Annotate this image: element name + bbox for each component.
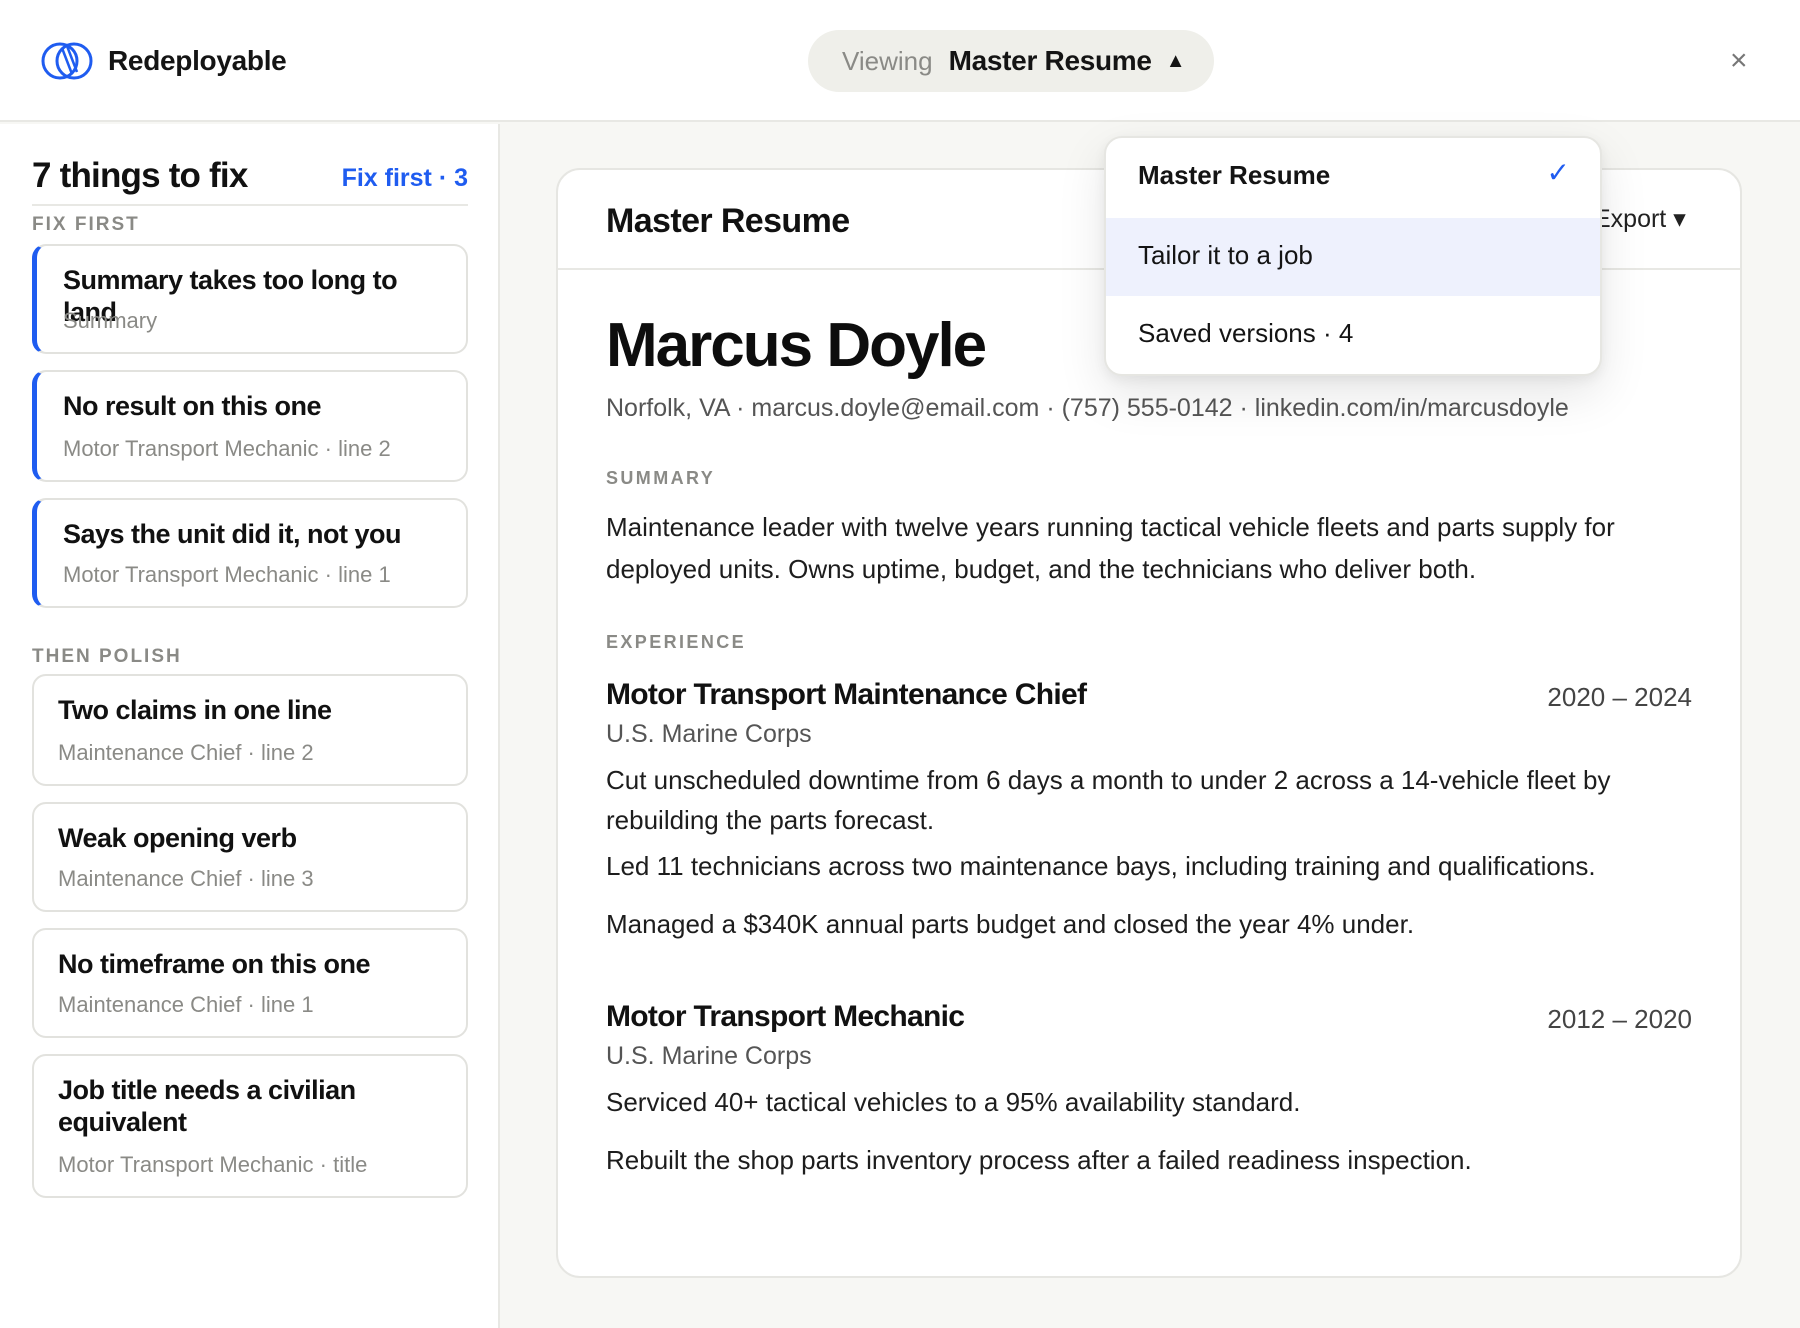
issue-card[interactable]: No timeframe on this one Maintenance Chi…: [32, 928, 468, 1038]
issue-title: Job title needs a civilian equivalent: [58, 1075, 356, 1137]
viewing-value: Master Resume: [948, 45, 1152, 76]
issue-title: Says the unit did it, not you: [63, 519, 402, 549]
experience-bullet[interactable]: Rebuilt the shop parts inventory process…: [606, 1140, 1686, 1180]
brand-name: Redeployable: [108, 45, 287, 76]
issue-title: No result on this one: [63, 391, 322, 421]
document-title: Master Resume: [606, 202, 850, 240]
fix-first-link[interactable]: Fix first · 3: [342, 164, 468, 193]
issues-sidebar: 7 things to fix Fix first · 3 FIX FIRST …: [0, 124, 500, 1328]
menu-item-master-resume[interactable]: Master Resume ✓: [1106, 138, 1600, 216]
export-button[interactable]: Export ▾: [1594, 204, 1686, 234]
issue-location: Maintenance Chief · line 1: [58, 992, 314, 1017]
job-title[interactable]: Motor Transport Maintenance Chief: [606, 678, 1087, 712]
issue-location: Maintenance Chief · line 2: [58, 740, 314, 765]
job-dates: 2012 – 2020: [1547, 1004, 1692, 1034]
contact-line[interactable]: Norfolk, VA · marcus.doyle@email.com · (…: [606, 394, 1569, 423]
issue-card[interactable]: Job title needs a civilian equivalent Mo…: [32, 1054, 468, 1198]
issue-title: No timeframe on this one: [58, 949, 371, 979]
redeployable-logo-icon: [41, 42, 93, 80]
experience-label: EXPERIENCE: [606, 632, 747, 652]
then-polish-label: THEN POLISH: [32, 646, 182, 667]
issue-card[interactable]: Summary takes too long to land Summary: [32, 244, 468, 354]
job-organization: U.S. Marine Corps: [606, 1042, 812, 1070]
job-dates: 2020 – 2024: [1547, 682, 1692, 712]
experience-bullet[interactable]: Cut unscheduled downtime from 6 days a m…: [606, 760, 1686, 840]
issue-card[interactable]: No result on this one Motor Transport Me…: [32, 370, 468, 482]
fix-first-label: FIX FIRST: [32, 214, 140, 235]
menu-item-tailor-to-job[interactable]: Tailor it to a job: [1106, 218, 1600, 296]
version-dropdown-menu: Master Resume ✓ Tailor it to a job Saved…: [1104, 136, 1602, 376]
job-organization: U.S. Marine Corps: [606, 720, 812, 748]
menu-item-label: Master Resume: [1138, 160, 1331, 190]
sidebar-header: 7 things to fix Fix first · 3: [32, 156, 468, 206]
issue-card[interactable]: Says the unit did it, not you Motor Tran…: [32, 498, 468, 608]
summary-label: SUMMARY: [606, 468, 716, 488]
issue-title: Two claims in one line: [58, 695, 332, 725]
checkmark-icon: ✓: [1546, 157, 1570, 188]
brand[interactable]: Redeployable: [38, 38, 287, 84]
experience-bullet[interactable]: Led 11 technicians across two maintenanc…: [606, 846, 1686, 886]
version-switcher[interactable]: Viewing Master Resume ▲: [808, 30, 1214, 92]
issue-title: Weak opening verb: [58, 823, 297, 853]
experience-bullet[interactable]: Managed a $340K annual parts budget and …: [606, 904, 1686, 944]
issue-card[interactable]: Two claims in one line Maintenance Chief…: [32, 674, 468, 786]
candidate-name[interactable]: Marcus Doyle: [606, 310, 987, 381]
issues-count-title: 7 things to fix: [32, 156, 248, 195]
issue-location: Maintenance Chief · line 3: [58, 866, 314, 891]
menu-item-label: Tailor it to a job: [1138, 240, 1313, 270]
viewing-label: Viewing: [842, 45, 933, 76]
top-bar: Redeployable Viewing Master Resume ▲ ×: [0, 0, 1800, 122]
caret-up-icon: ▲: [1165, 49, 1186, 72]
menu-item-saved-versions[interactable]: Saved versions · 4: [1106, 296, 1600, 374]
summary-text[interactable]: Maintenance leader with twelve years run…: [606, 506, 1666, 590]
issue-location: Summary: [63, 308, 158, 333]
issue-card[interactable]: Weak opening verb Maintenance Chief · li…: [32, 802, 468, 912]
menu-item-label: Saved versions · 4: [1138, 318, 1354, 348]
issue-location: Motor Transport Mechanic · line 1: [63, 562, 391, 587]
experience-bullet[interactable]: Serviced 40+ tactical vehicles to a 95% …: [606, 1082, 1686, 1122]
close-icon[interactable]: ×: [1730, 44, 1748, 78]
job-title[interactable]: Motor Transport Mechanic: [606, 1000, 965, 1034]
issue-location: Motor Transport Mechanic · title: [58, 1152, 368, 1177]
issue-location: Motor Transport Mechanic · line 2: [63, 436, 391, 461]
